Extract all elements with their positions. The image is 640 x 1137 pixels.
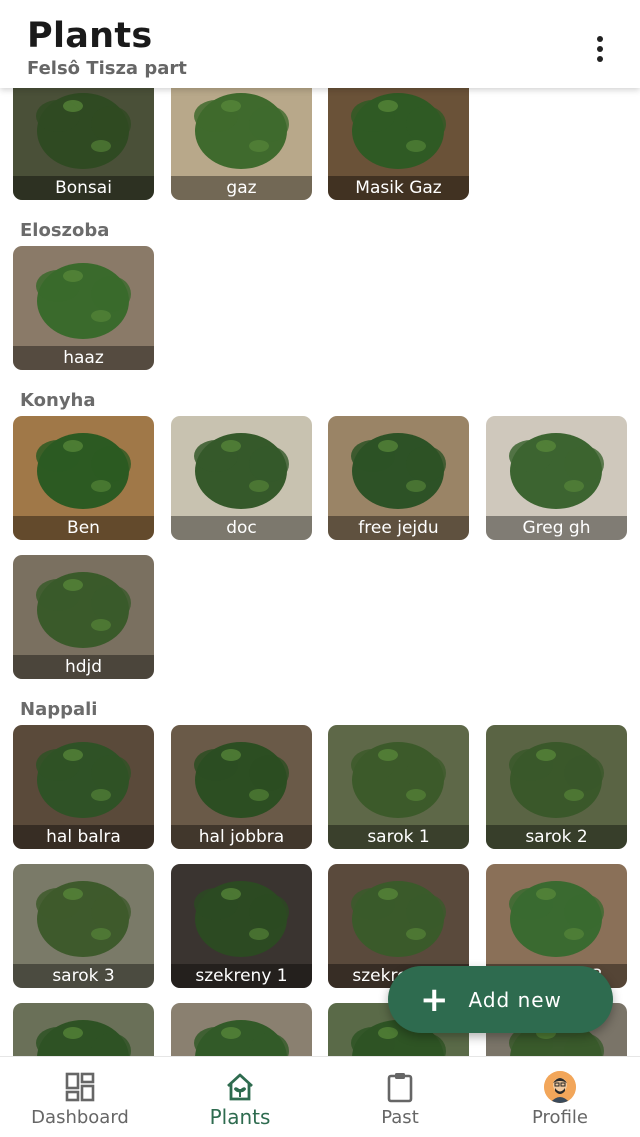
plant-name: free jejdu [328,516,469,540]
add-new-label: Add new [468,987,562,1012]
section-label: Eloszoba [20,220,110,241]
plant-card[interactable]: hal balra [13,725,154,849]
plant-card[interactable]: Bonsai [13,88,154,200]
nav-profile[interactable]: Profile [480,1057,640,1137]
nav-dashboard-label: Dashboard [31,1107,129,1128]
plant-card[interactable]: gaz [171,88,312,200]
plant-name: hal jobbra [171,825,312,849]
plant-name: sarok 3 [13,964,154,988]
plant-card[interactable]: Masik Gaz [328,88,469,200]
more-vert-icon[interactable] [585,32,615,66]
plant-card[interactable]: haaz [13,246,154,370]
bottom-navigation: Dashboard Plants Past Profile [0,1056,640,1137]
page-title: Plants [27,16,153,56]
plant-name: gaz [171,176,312,200]
plant-card[interactable]: sarok 1 [328,725,469,849]
plant-card[interactable]: sarok 3 [13,864,154,988]
nav-past[interactable]: Past [320,1057,480,1137]
add-new-button[interactable]: + Add new [388,966,613,1033]
plant-name: haaz [13,346,154,370]
plant-card[interactable] [171,1003,312,1056]
plant-name: Bonsai [13,176,154,200]
app-bar: Plants Felsô Tisza part [0,0,640,88]
home-plant-icon [224,1071,256,1103]
clipboard-icon [384,1071,416,1103]
plant-name: Ben [13,516,154,540]
nav-plants-label: Plants [209,1105,271,1129]
plant-card[interactable]: hdjd [13,555,154,679]
plant-name: hal balra [13,825,154,849]
plant-card[interactable]: Ben [13,416,154,540]
plant-card[interactable]: szekreny 1 [171,864,312,988]
section-label: Nappali [20,699,98,720]
avatar-icon [544,1071,576,1103]
plant-name: doc [171,516,312,540]
plant-name: sarok 1 [328,825,469,849]
plant-photo [13,1003,154,1056]
plant-card[interactable]: sarok 2 [486,725,627,849]
plant-card[interactable]: free jejdu [328,416,469,540]
plant-card[interactable] [13,1003,154,1056]
plus-icon: + [420,979,449,1020]
plant-name: Masik Gaz [328,176,469,200]
plant-name: sarok 2 [486,825,627,849]
dashboard-grid-icon [64,1071,96,1103]
nav-past-label: Past [381,1107,419,1128]
nav-dashboard[interactable]: Dashboard [0,1057,160,1137]
location-subtitle: Felsô Tisza part [27,58,187,79]
plant-card[interactable]: Greg gh [486,416,627,540]
nav-plants[interactable]: Plants [160,1057,320,1137]
plant-photo [171,1003,312,1056]
plant-name: hdjd [13,655,154,679]
plant-card[interactable]: doc [171,416,312,540]
plants-list[interactable]: Bonsai gaz Masik Gaz Eloszoba haaz Konyha Ben d… [0,88,640,1056]
section-label: Konyha [20,390,96,411]
nav-profile-label: Profile [532,1107,588,1128]
plant-name: szekreny 1 [171,964,312,988]
plant-name: Greg gh [486,516,627,540]
plant-card[interactable]: hal jobbra [171,725,312,849]
